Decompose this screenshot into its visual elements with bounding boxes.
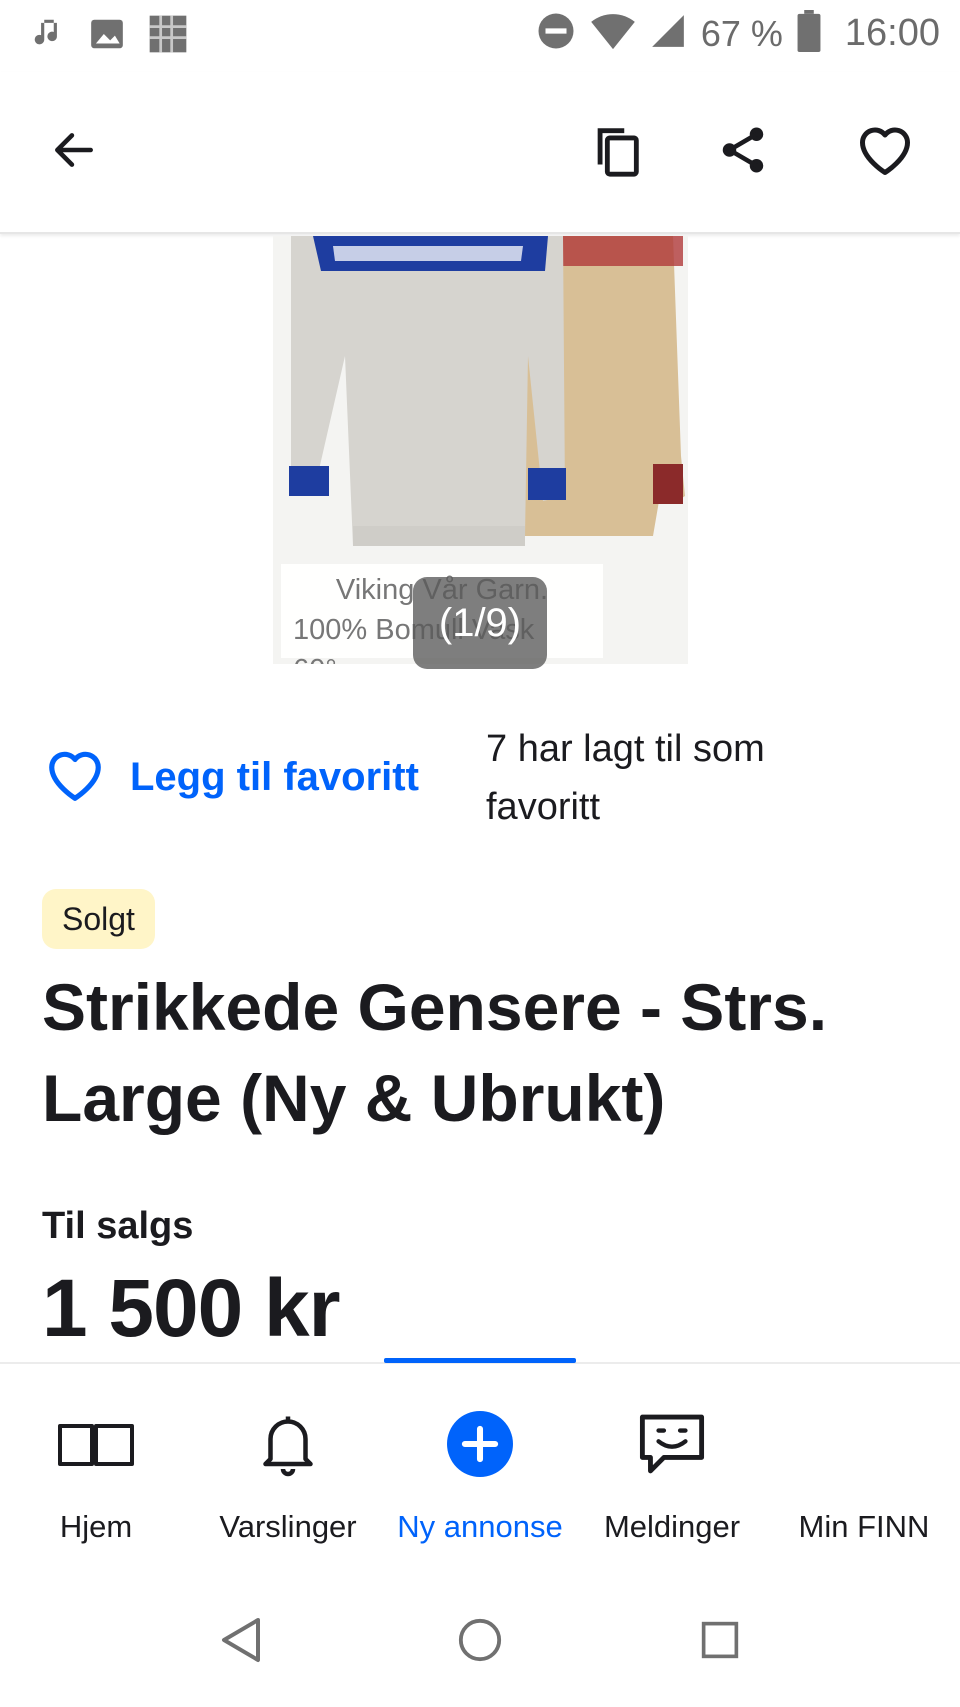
status-bar: 67 % 16:00 (0, 0, 960, 72)
book-icon (56, 1420, 136, 1473)
clock: 16:00 (844, 12, 940, 54)
back-arrow-icon (49, 125, 99, 180)
heart-outline-icon (855, 122, 915, 183)
bell-icon (258, 1411, 318, 1482)
favorite-count-text: 7 har lagt til som favoritt (486, 728, 765, 828)
nav-item-ny-annonse[interactable]: Ny annonse (384, 1364, 576, 1554)
image-placeholder-icon (146, 12, 190, 61)
nav-item-meldinger[interactable]: Meldinger (576, 1364, 768, 1554)
wifi-icon (591, 11, 635, 56)
music-note-icon (30, 15, 68, 58)
do-not-disturb-icon (535, 10, 577, 57)
system-back-button[interactable] (200, 1602, 280, 1682)
nav-item-varslinger[interactable]: Varslinger (192, 1364, 384, 1554)
system-recents-button[interactable] (680, 1602, 760, 1682)
add-favorite-button[interactable]: Legg til favoritt (44, 746, 419, 809)
nav-label-varslinger: Varslinger (219, 1509, 357, 1544)
cell-signal-icon (649, 12, 687, 55)
battery-percent: 67 % (700, 12, 783, 54)
bottom-navigation: Hjem Varslinger Ny annonse Meldinger Min… (0, 1358, 960, 1554)
back-button[interactable] (34, 112, 114, 192)
copy-icon (588, 121, 646, 184)
plus-circle-icon (447, 1410, 513, 1482)
nav-label-min-finn: Min FINN (798, 1509, 930, 1544)
square-recents-icon (700, 1620, 740, 1665)
nav-item-hjem[interactable]: Hjem (0, 1364, 192, 1554)
share-icon (716, 123, 770, 182)
active-tab-indicator (384, 1358, 576, 1363)
listing-title: Strikkede Gensere - Strs. Large (Ny & Ub… (42, 970, 828, 1135)
heart-outline-icon (44, 746, 106, 809)
circle-home-icon (457, 1617, 503, 1668)
nav-label-hjem: Hjem (59, 1509, 133, 1544)
nav-label-meldinger: Meldinger (603, 1509, 741, 1544)
sale-type-label: Til salgs (42, 1205, 194, 1247)
system-navigation-bar (0, 1560, 960, 1707)
top-app-bar (0, 72, 960, 234)
copy-button[interactable] (577, 112, 657, 192)
add-favorite-label: Legg til favoritt (130, 755, 419, 799)
triangle-back-icon (218, 1616, 262, 1669)
gallery-icon (88, 15, 126, 58)
battery-icon (797, 10, 821, 57)
image-counter: (1/9) (413, 577, 547, 669)
status-badge: Solgt (42, 889, 155, 949)
chat-smile-icon (637, 1411, 707, 1482)
price: 1 500 kr (42, 1263, 340, 1354)
share-button[interactable] (703, 112, 783, 192)
favorite-row: Legg til favoritt 7 har lagt til som fav… (44, 720, 924, 830)
system-home-button[interactable] (440, 1602, 520, 1682)
favorite-toggle-button[interactable] (845, 112, 925, 192)
nav-item-min-finn[interactable]: Min FINN (768, 1364, 960, 1554)
nav-label-ny-annonse: Ny annonse (397, 1509, 563, 1544)
